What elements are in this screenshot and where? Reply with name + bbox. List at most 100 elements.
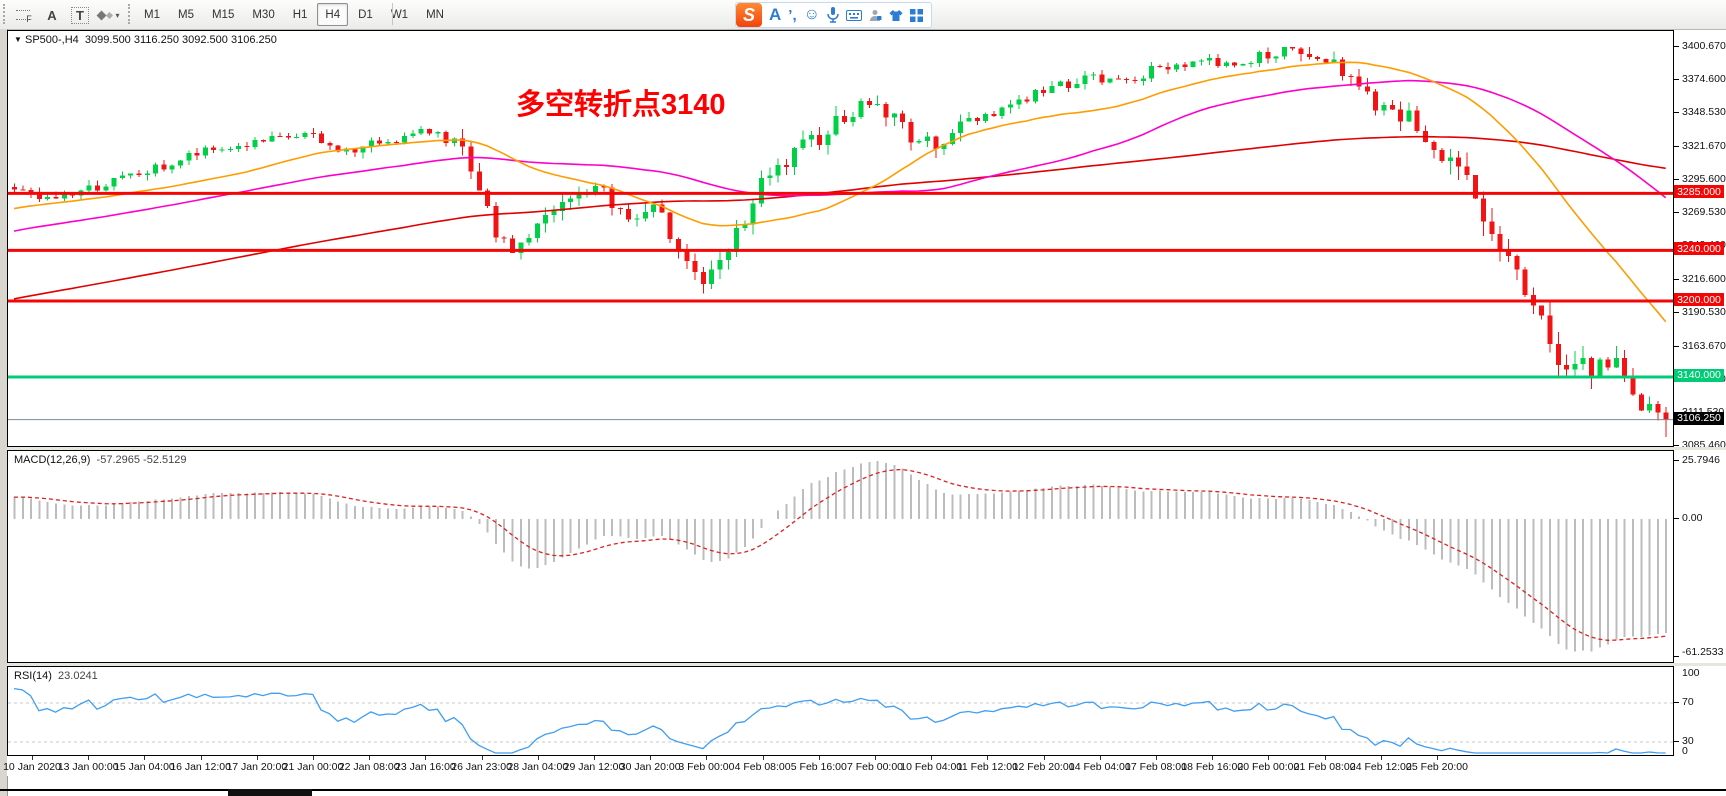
timeframe-m5[interactable]: M5: [170, 3, 202, 26]
ime-keyboard-icon[interactable]: [846, 10, 862, 21]
time-label: 12 Feb 20:00: [1013, 761, 1075, 773]
timeframe-h1[interactable]: H1: [285, 3, 316, 26]
time-label: 28 Jan 04:00: [507, 761, 568, 773]
timeframe-w1[interactable]: W1: [383, 3, 416, 26]
price-tick-label: 3321.670: [1682, 140, 1726, 152]
timeframe-m1[interactable]: M1: [136, 3, 168, 26]
price-tick-label: 3216.600: [1682, 273, 1726, 285]
timeframe-mn[interactable]: MN: [418, 3, 452, 26]
toolbar-separator: [392, 3, 393, 25]
macd-axis[interactable]: 25.7946 0.00 -61.2533: [1674, 450, 1726, 663]
price-level-badge: 3285.000: [1674, 185, 1724, 198]
text-label-icon[interactable]: T: [68, 3, 92, 27]
rsi-label: RSI(14) 23.0241: [14, 670, 98, 682]
time-tick: [1268, 756, 1269, 760]
main-pane: ▼ SP500-,H4 3099.500 3116.250 3092.500 3…: [7, 30, 1726, 447]
ohlc-close: 3106.250: [231, 34, 277, 46]
chart-annotation[interactable]: 多空转折点3140: [516, 81, 726, 123]
time-label: 25 Feb 20:00: [1406, 761, 1468, 773]
time-tick: [1212, 756, 1213, 760]
time-tick: [425, 756, 426, 760]
timeframe-m15[interactable]: M15: [204, 3, 242, 26]
ime-user-icon[interactable]: [869, 9, 882, 22]
time-label: 17 Jan 20:00: [226, 761, 287, 773]
price-level-badge: 3200.000: [1674, 293, 1724, 306]
price-tick-label: 3374.600: [1682, 73, 1726, 85]
candlestick-chart-canvas[interactable]: [8, 31, 1673, 446]
ime-emoji-icon[interactable]: ☺: [804, 6, 820, 24]
price-tick-label: 3348.530: [1682, 106, 1726, 118]
ohlc-low: 3092.500: [182, 34, 228, 46]
time-label: 18 Feb 16:00: [1181, 761, 1243, 773]
price-tick-label: 3400.670: [1682, 40, 1726, 52]
rsi-axis[interactable]: 100 70 30 0: [1674, 666, 1726, 756]
ohlc-open: 3099.500: [85, 34, 131, 46]
time-tick: [538, 756, 539, 760]
time-label: 23 Jan 16:00: [395, 761, 456, 773]
price-level-badge: 3140.000: [1674, 369, 1724, 382]
main-chart[interactable]: ▼ SP500-,H4 3099.500 3116.250 3092.500 3…: [7, 30, 1674, 447]
time-axis[interactable]: 10 Jan 202013 Jan 00:0015 Jan 04:0016 Ja…: [7, 756, 1726, 776]
time-label: 3 Feb 00:00: [678, 761, 734, 773]
time-tick: [257, 756, 258, 760]
time-label: 7 Feb 00:00: [847, 761, 903, 773]
timeframe-bar: M1M5M15M30H1H4D1W1MN: [136, 3, 452, 25]
time-tick: [88, 756, 89, 760]
time-tick: [1381, 756, 1382, 760]
time-label: 24 Feb 12:00: [1350, 761, 1412, 773]
rsi-canvas[interactable]: [8, 667, 1673, 755]
timeframe-m30[interactable]: M30: [244, 3, 282, 26]
price-tick-label: 3163.670: [1682, 340, 1726, 352]
rsi-pane[interactable]: RSI(14) 23.0241: [7, 666, 1674, 756]
time-label: 17 Feb 08:00: [1125, 761, 1187, 773]
macd-axis-top: 25.7946: [1682, 454, 1720, 466]
time-tick: [201, 756, 202, 760]
text-icon[interactable]: A: [40, 3, 64, 27]
macd-pane[interactable]: MACD(12,26,9) -57.2965 -52.5129: [7, 450, 1674, 663]
time-tick: [1325, 756, 1326, 760]
ohlc-high: 3116.250: [134, 34, 179, 46]
ime-mic-icon[interactable]: [827, 7, 839, 23]
ime-toolbox-icon[interactable]: [910, 9, 923, 22]
macd-pane-wrap: MACD(12,26,9) -57.2965 -52.5129 25.7946 …: [7, 450, 1726, 663]
time-label: 13 Jan 00:00: [58, 761, 119, 773]
sogou-logo-icon[interactable]: S: [736, 3, 762, 27]
price-level-badge: 3240.000: [1674, 242, 1724, 255]
macd-canvas[interactable]: [8, 451, 1673, 662]
price-tick-label: 3269.530: [1682, 206, 1726, 218]
time-label: 21 Jan 00:00: [283, 761, 344, 773]
macd-main-value: -57.2965: [97, 454, 140, 466]
time-tick: [987, 756, 988, 760]
time-label: 20 Feb 00:00: [1237, 761, 1299, 773]
top-toolbar: F A T ▾ M1M5M15M30H1H4D1W1MN S A ’, ☺: [0, 0, 1726, 30]
ma-mid-line: [14, 81, 1666, 232]
time-label: 10 Feb 04:00: [900, 761, 962, 773]
time-tick: [763, 756, 764, 760]
toolbar-grip[interactable]: [128, 4, 134, 24]
shapes-icon[interactable]: ▾: [94, 3, 124, 27]
time-tick: [369, 756, 370, 760]
timeframe-h4[interactable]: H4: [317, 3, 348, 26]
time-tick: [1044, 756, 1045, 760]
collapse-triangle-icon[interactable]: ▼: [14, 35, 22, 44]
macd-axis-bottom: -61.2533: [1682, 646, 1723, 658]
time-tick: [32, 756, 33, 760]
time-label: 5 Feb 16:00: [791, 761, 847, 773]
rsi-pane-wrap: RSI(14) 23.0241 100 70 30 0: [7, 666, 1726, 756]
time-label: 14 Feb 04:00: [1069, 761, 1131, 773]
ime-toolbar: S A ’, ☺: [735, 2, 932, 28]
rsi-level-70: 70: [1682, 696, 1694, 708]
timeframe-d1[interactable]: D1: [350, 3, 381, 26]
time-label: 21 Feb 08:00: [1294, 761, 1356, 773]
mt4-window: F A T ▾ M1M5M15M30H1H4D1W1MN S A ’, ☺: [0, 0, 1726, 796]
time-label: 22 Jan 08:00: [339, 761, 400, 773]
ime-mode-letter[interactable]: A: [769, 5, 781, 25]
price-axis[interactable]: 3400.6703374.6003348.5303321.6703295.600…: [1674, 30, 1726, 447]
toolbar-grip[interactable]: [3, 4, 9, 24]
ime-skin-icon[interactable]: [889, 9, 903, 22]
ime-punctuation-icon[interactable]: ’,: [788, 7, 796, 24]
macd-signal-value: -52.5129: [143, 454, 186, 466]
candles: [12, 47, 1669, 437]
time-label: 4 Feb 08:00: [735, 761, 791, 773]
fibonacci-icon[interactable]: F: [12, 3, 36, 27]
